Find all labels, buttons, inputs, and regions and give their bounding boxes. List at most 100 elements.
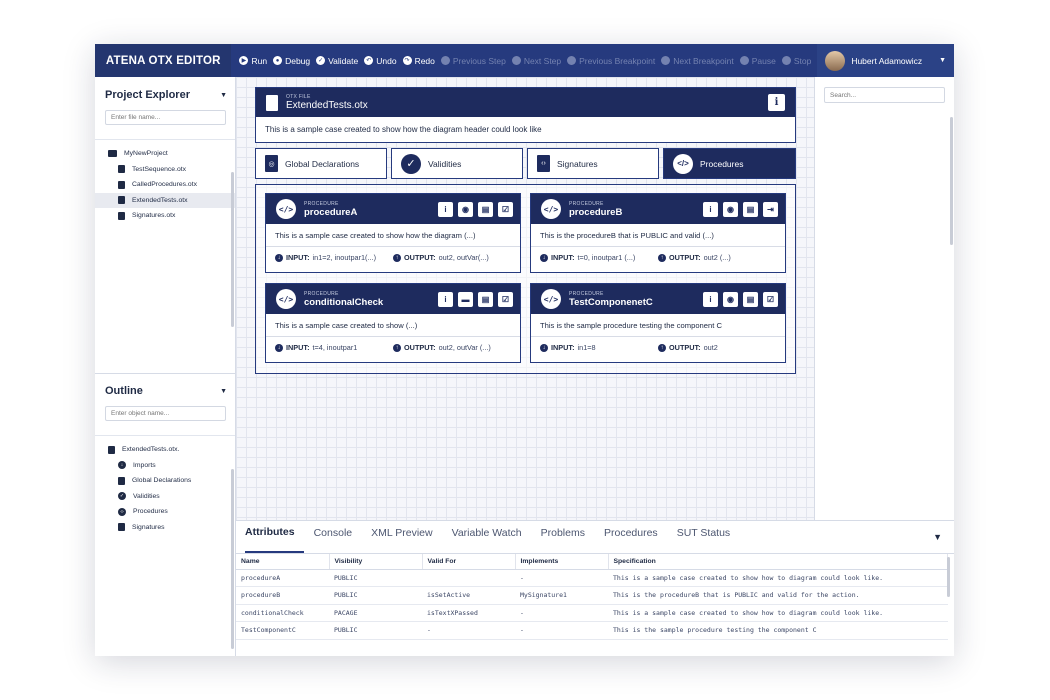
info-button[interactable]: i bbox=[703, 291, 718, 307]
arrow-up-icon: ↑ bbox=[658, 253, 666, 262]
tree-item-file-selected[interactable]: ExtendedTests.otx bbox=[95, 192, 235, 208]
search-input[interactable] bbox=[824, 87, 945, 103]
document-button[interactable]: ▤ bbox=[743, 201, 758, 217]
document-button[interactable]: ▤ bbox=[478, 201, 493, 217]
procedure-name: TestComponenetC bbox=[569, 296, 653, 308]
outline-item-signatures[interactable]: Signatures bbox=[95, 520, 235, 536]
outline-item-global-declarations[interactable]: Global Declarations bbox=[95, 473, 235, 489]
app-window: ATENA OTX EDITOR ▶ Run ● Debug ✓ Validate ↶… bbox=[95, 44, 954, 656]
app-title: ATENA OTX EDITOR bbox=[95, 44, 232, 77]
outline-item-validities[interactable]: ✓ Validities bbox=[95, 489, 235, 505]
procedure-description: This is the procedureB that is PUBLIC an… bbox=[531, 224, 785, 247]
next-breakpoint-button[interactable]: Next Breakpoint bbox=[661, 56, 734, 66]
tab-problems[interactable]: Problems bbox=[541, 520, 594, 553]
tab-signatures[interactable]: ‹› Signatures bbox=[527, 148, 659, 179]
undo-button[interactable]: ↶ Undo bbox=[364, 55, 397, 66]
code-icon: </> bbox=[673, 153, 693, 174]
procedure-card[interactable]: </> PROCEDURE procedureA i ◉ ▤ ☑ This is… bbox=[265, 193, 521, 273]
procedure-input: ↓ INPUT: t=0, inoutpar1 (...) bbox=[540, 253, 658, 262]
tab-xml-preview[interactable]: XML Preview bbox=[371, 520, 441, 553]
diagram-canvas[interactable]: OTX FILE ExtendedTests.otx i This is a s… bbox=[236, 77, 814, 520]
outline-item-procedures[interactable]: ‹› Procedures bbox=[95, 504, 235, 520]
chevron-down-icon[interactable]: ▼ bbox=[933, 532, 942, 542]
undo-label: Undo bbox=[376, 55, 397, 66]
redo-button[interactable]: ↷ Redo bbox=[402, 56, 435, 66]
table-row[interactable]: TestComponentC PUBLIC - - This is the sa… bbox=[236, 621, 948, 640]
tree-item-file[interactable]: TestSequence.otx bbox=[95, 162, 235, 178]
export-icon: ⇥ bbox=[767, 204, 774, 214]
info-button[interactable]: i bbox=[768, 94, 785, 111]
card-actions: i ◉ ▤ ⇥ bbox=[698, 201, 778, 217]
tab-variable-watch[interactable]: Variable Watch bbox=[452, 520, 531, 553]
edit-button[interactable]: ☑ bbox=[498, 201, 513, 217]
folder-button[interactable]: ▬ bbox=[458, 291, 473, 307]
edit-button[interactable]: ☑ bbox=[763, 291, 778, 307]
procedure-card[interactable]: </> PROCEDURE conditionalCheck i ▬ ▤ ☑ T… bbox=[265, 283, 521, 363]
tab-sut-status[interactable]: SUT Status bbox=[677, 520, 740, 553]
tab-global-declarations[interactable]: ◎ Global Declarations bbox=[255, 148, 387, 179]
table-cell: PUBLIC bbox=[329, 569, 422, 587]
previous-step-button[interactable]: Previous Step bbox=[440, 56, 506, 66]
tree-item-label: MyNewProject bbox=[124, 150, 168, 158]
tree-item-file[interactable]: CalledProcedures.otx bbox=[95, 177, 235, 193]
procedure-io: ↓ INPUT: t=4, inoutpar1 ↑ OUTPUT: out2, outV… bbox=[266, 337, 520, 358]
next-step-button[interactable]: Next Step bbox=[511, 56, 561, 66]
tree-item-file[interactable]: Signatures.otx bbox=[95, 208, 235, 224]
info-icon: i bbox=[709, 204, 712, 214]
check-icon: ✓ bbox=[401, 153, 421, 174]
column-header[interactable]: Specification bbox=[608, 554, 948, 570]
globe-button[interactable]: ◉ bbox=[458, 201, 473, 217]
column-header[interactable]: Valid For bbox=[422, 554, 516, 570]
output-label: OUTPUT: bbox=[669, 253, 701, 262]
file-icon bbox=[118, 523, 125, 532]
scrollbar[interactable] bbox=[950, 117, 953, 245]
debug-button[interactable]: ● Debug bbox=[273, 56, 310, 66]
previous-breakpoint-button[interactable]: Previous Breakpoint bbox=[567, 56, 655, 66]
edit-button[interactable]: ☑ bbox=[498, 291, 513, 307]
globe-button[interactable]: ◉ bbox=[723, 291, 738, 307]
section-tabs: ◎ Global Declarations ✓ Validities ‹› Signa… bbox=[255, 148, 796, 179]
tab-validities[interactable]: ✓ Validities bbox=[391, 148, 523, 179]
info-button[interactable]: i bbox=[438, 291, 453, 307]
project-explorer-header[interactable]: Project Explorer ▼ bbox=[95, 82, 235, 108]
chevron-down-icon: ▼ bbox=[939, 57, 946, 64]
run-button[interactable]: ▶ Run bbox=[239, 56, 267, 66]
file-name-filter-input[interactable] bbox=[105, 110, 226, 125]
table-row[interactable]: procedureB PUBLIC isSetActive MySignatur… bbox=[236, 586, 948, 605]
stop-button[interactable]: Stop bbox=[781, 56, 811, 66]
procedure-card[interactable]: </> PROCEDURE procedureB i ◉ ▤ ⇥ This is… bbox=[530, 193, 786, 273]
scrollbar[interactable] bbox=[231, 172, 234, 327]
column-header[interactable]: Visibility bbox=[329, 554, 423, 570]
bottom-tabs: Attributes Console XML Preview Variable … bbox=[236, 521, 954, 554]
procedure-card[interactable]: </> PROCEDURE TestComponenetC i ◉ ▤ ☑ Th… bbox=[530, 283, 786, 363]
info-button[interactable]: i bbox=[438, 201, 453, 217]
scrollbar[interactable] bbox=[231, 469, 234, 649]
column-header[interactable]: Name bbox=[236, 554, 330, 570]
outline-item-file[interactable]: ExtendedTests.otx. bbox=[95, 442, 235, 458]
table-row[interactable]: conditionalCheck PACAGE isTextXPassed - … bbox=[236, 604, 948, 622]
document-button[interactable]: ▤ bbox=[743, 291, 758, 307]
output-value: out2 (...) bbox=[703, 253, 731, 262]
outline-item-imports[interactable]: ↓ Imports bbox=[95, 458, 235, 474]
scrollbar[interactable] bbox=[947, 557, 950, 597]
table-cell: This is a sample case created to show ho… bbox=[608, 604, 948, 622]
pause-button[interactable]: Pause bbox=[739, 56, 776, 66]
document-button[interactable]: ▤ bbox=[478, 291, 493, 307]
tree-item-project[interactable]: MyNewProject bbox=[95, 146, 235, 162]
undo-icon: ↶ bbox=[364, 56, 374, 65]
object-name-filter-input[interactable] bbox=[105, 406, 226, 421]
tab-procedures[interactable]: Procedures bbox=[604, 520, 667, 553]
tab-console[interactable]: Console bbox=[314, 520, 362, 553]
tab-attributes[interactable]: Attributes bbox=[245, 520, 304, 553]
outline-header[interactable]: Outline ▼ bbox=[95, 378, 235, 404]
code-icon: </> bbox=[541, 199, 561, 219]
project-explorer-title: Project Explorer bbox=[105, 89, 190, 101]
column-header[interactable]: Implements bbox=[515, 554, 609, 570]
globe-button[interactable]: ◉ bbox=[723, 201, 738, 217]
export-button[interactable]: ⇥ bbox=[763, 201, 778, 217]
validate-button[interactable]: ✓ Validate bbox=[316, 56, 358, 66]
table-row[interactable]: procedureA PUBLIC - This is a sample cas… bbox=[236, 569, 948, 587]
user-menu[interactable]: Hubert Adamowicz ▼ bbox=[817, 44, 954, 77]
tab-procedures[interactable]: </> Procedures bbox=[663, 148, 796, 179]
info-button[interactable]: i bbox=[703, 201, 718, 217]
